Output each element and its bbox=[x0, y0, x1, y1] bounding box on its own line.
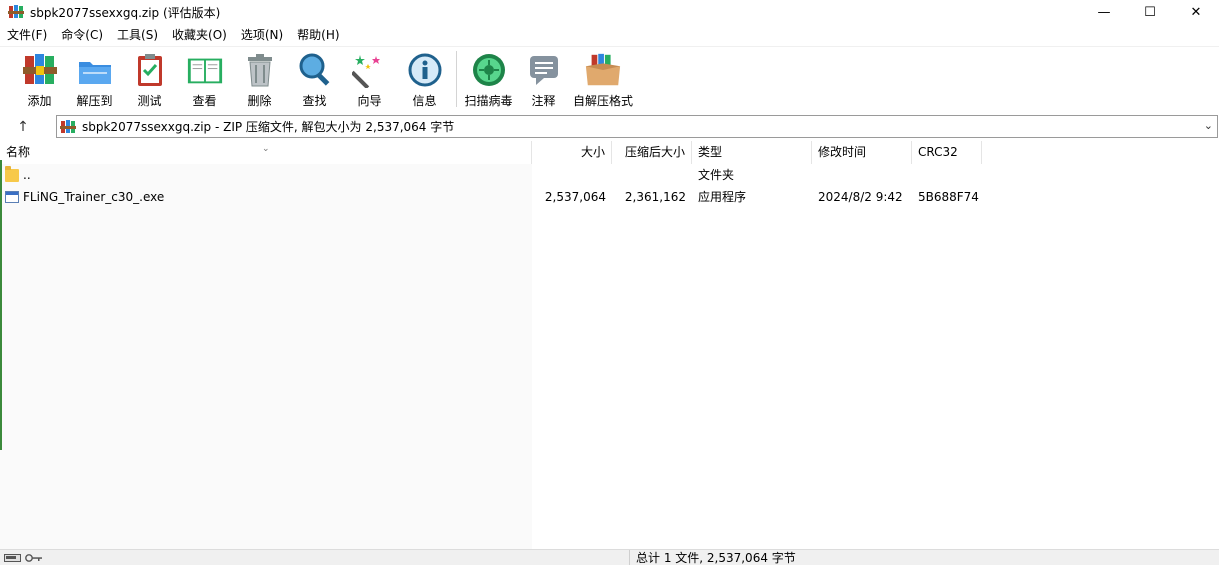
winrar-books-icon bbox=[21, 52, 59, 88]
extract-folder-icon bbox=[76, 52, 114, 88]
status-left-panel bbox=[0, 549, 630, 565]
menu-tools[interactable]: 工具(S) bbox=[110, 24, 165, 46]
status-text: 总计 1 文件, 2,537,064 字节 bbox=[636, 550, 796, 565]
test-clipboard-icon bbox=[131, 52, 169, 88]
modified-cell bbox=[812, 164, 912, 186]
address-field[interactable]: sbpk2077ssexxgq.zip - ZIP 压缩文件, 解包大小为 2,… bbox=[56, 115, 1218, 138]
column-header-name[interactable]: 名称 ⌄ bbox=[0, 141, 532, 164]
sfx-box-icon bbox=[584, 52, 622, 88]
modified-cell: 2024/8/2 9:42 bbox=[818, 190, 903, 204]
archive-icon bbox=[60, 119, 76, 135]
toolbar-separator bbox=[456, 51, 457, 107]
minimize-icon: — bbox=[1097, 4, 1111, 20]
view-button[interactable]: 查看 bbox=[177, 47, 232, 109]
view-label: 查看 bbox=[192, 94, 217, 108]
arrow-up-icon: ↑ bbox=[17, 118, 29, 135]
extract-to-button[interactable]: 解压到 bbox=[67, 47, 122, 109]
packed-cell: 2,361,162 bbox=[624, 190, 686, 204]
left-edge-accent bbox=[0, 160, 2, 450]
maximize-icon: ☐ bbox=[1144, 4, 1156, 20]
menu-bar: 文件(F) 命令(C) 工具(S) 收藏夹(O) 选项(N) 帮助(H) bbox=[0, 24, 1219, 46]
column-header-crc32[interactable]: CRC32 bbox=[912, 141, 982, 164]
extract-to-label: 解压到 bbox=[76, 94, 113, 108]
column-header-size[interactable]: 大小 bbox=[532, 141, 612, 164]
find-label: 查找 bbox=[302, 94, 327, 108]
size-cell: 2,537,064 bbox=[544, 190, 606, 204]
minimize-button[interactable]: — bbox=[1081, 0, 1127, 24]
info-button[interactable]: 信息 bbox=[397, 47, 452, 109]
trash-icon bbox=[241, 52, 279, 88]
column-header-type[interactable]: 类型 bbox=[692, 141, 812, 164]
crc-cell bbox=[912, 164, 982, 186]
file-name: FLiNG_Trainer_c30_.exe bbox=[23, 190, 165, 204]
sfx-button[interactable]: 自解压格式 bbox=[571, 47, 635, 109]
address-text: sbpk2077ssexxgq.zip - ZIP 压缩文件, 解包大小为 2,… bbox=[82, 120, 455, 134]
table-row[interactable]: .. 文件夹 bbox=[0, 164, 1000, 186]
type-cell: 文件夹 bbox=[698, 168, 735, 182]
exe-file-icon bbox=[5, 191, 19, 203]
scan-virus-button[interactable]: 扫描病毒 bbox=[461, 47, 516, 109]
column-header-packed[interactable]: 压缩后大小 bbox=[612, 141, 692, 164]
name-column-background bbox=[0, 164, 532, 549]
menu-file[interactable]: 文件(F) bbox=[0, 24, 54, 46]
view-book-icon bbox=[186, 52, 224, 88]
test-button[interactable]: 测试 bbox=[122, 47, 177, 109]
title-bar: sbpk2077ssexxgq.zip (评估版本) — ☐ ✕ bbox=[0, 0, 1219, 24]
status-bar: 总计 1 文件, 2,537,064 字节 bbox=[0, 549, 1219, 565]
magnifier-icon bbox=[296, 52, 334, 88]
up-folder-button[interactable]: ↑ bbox=[0, 113, 46, 140]
menu-help[interactable]: 帮助(H) bbox=[290, 24, 346, 46]
file-name: .. bbox=[23, 168, 31, 182]
key-icon bbox=[25, 553, 42, 562]
add-button[interactable]: 添加 bbox=[12, 47, 67, 109]
sort-chevron-icon: ⌄ bbox=[262, 144, 270, 154]
scan-virus-label: 扫描病毒 bbox=[464, 94, 513, 108]
window-controls: — ☐ ✕ bbox=[1081, 0, 1219, 24]
test-label: 测试 bbox=[137, 94, 162, 108]
find-button[interactable]: 查找 bbox=[287, 47, 342, 109]
drive-icon bbox=[4, 553, 21, 562]
info-icon bbox=[406, 52, 444, 88]
size-cell bbox=[532, 164, 612, 186]
list-header: 名称 ⌄ 大小 压缩后大小 类型 修改时间 CRC32 bbox=[0, 141, 1219, 164]
maximize-button[interactable]: ☐ bbox=[1127, 0, 1173, 24]
close-icon: ✕ bbox=[1190, 4, 1202, 20]
window-title: sbpk2077ssexxgq.zip (评估版本) bbox=[30, 5, 221, 20]
info-label: 信息 bbox=[412, 94, 437, 108]
toolbar: 添加 解压到 测试 查看 删除 查找 向导 信息 扫描病毒 注释 自解压格式 bbox=[0, 46, 1219, 110]
column-name-label: 名称 bbox=[6, 145, 31, 159]
packed-cell bbox=[612, 164, 692, 186]
comment-button[interactable]: 注释 bbox=[516, 47, 571, 109]
comment-label: 注释 bbox=[531, 94, 556, 108]
wizard-wand-icon bbox=[351, 52, 389, 88]
delete-button[interactable]: 删除 bbox=[232, 47, 287, 109]
menu-commands[interactable]: 命令(C) bbox=[54, 24, 110, 46]
sfx-label: 自解压格式 bbox=[572, 94, 633, 108]
virus-scan-icon bbox=[470, 52, 508, 88]
delete-label: 删除 bbox=[247, 94, 272, 108]
menu-options[interactable]: 选项(N) bbox=[234, 24, 290, 46]
type-cell: 应用程序 bbox=[698, 190, 747, 204]
winrar-app-icon bbox=[8, 4, 24, 20]
column-header-modified[interactable]: 修改时间 bbox=[812, 141, 912, 164]
table-row[interactable]: FLiNG_Trainer_c30_.exe 2,537,064 2,361,1… bbox=[0, 186, 1000, 208]
wizard-label: 向导 bbox=[357, 94, 382, 108]
address-dropdown-icon[interactable]: ⌄ bbox=[1204, 119, 1213, 132]
add-label: 添加 bbox=[27, 94, 52, 108]
address-bar: ↑ sbpk2077ssexxgq.zip - ZIP 压缩文件, 解包大小为 … bbox=[0, 113, 1219, 140]
comment-icon bbox=[525, 52, 563, 88]
folder-icon bbox=[5, 165, 19, 182]
file-list: 名称 ⌄ 大小 压缩后大小 类型 修改时间 CRC32 .. 文件夹 FLiNG… bbox=[0, 141, 1219, 549]
winrar-window: sbpk2077ssexxgq.zip (评估版本) — ☐ ✕ 文件(F) 命… bbox=[0, 0, 1219, 565]
name-cell: FLiNG_Trainer_c30_.exe bbox=[0, 186, 532, 208]
crc-cell: 5B688F74 bbox=[918, 190, 979, 204]
menu-favorites[interactable]: 收藏夹(O) bbox=[165, 24, 234, 46]
wizard-button[interactable]: 向导 bbox=[342, 47, 397, 109]
close-button[interactable]: ✕ bbox=[1173, 0, 1219, 24]
name-cell: .. bbox=[0, 164, 532, 186]
